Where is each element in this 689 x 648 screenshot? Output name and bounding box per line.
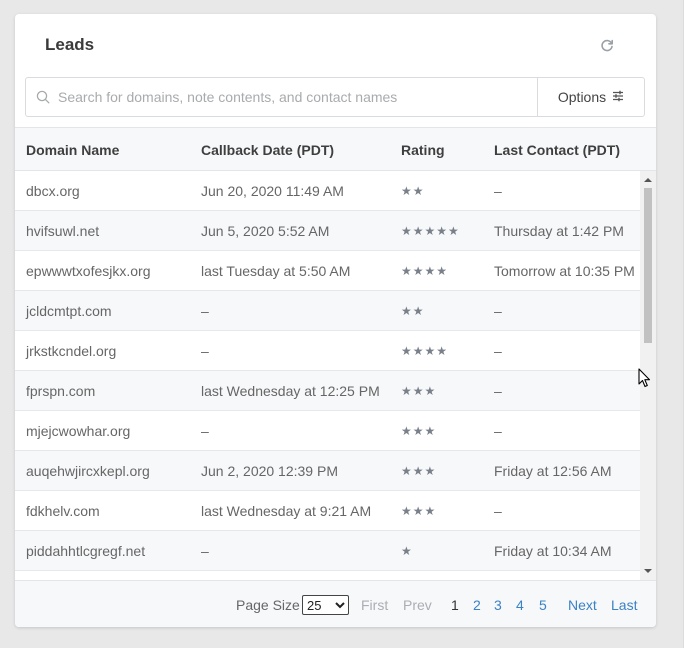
options-button[interactable]: Options [538, 78, 644, 116]
cell-last-contact: – [494, 343, 502, 359]
cell-callback-date: last Wednesday at 9:21 AM [201, 503, 372, 519]
cell-rating: ★★★ [401, 384, 437, 398]
cell-last-contact: Friday at 10:34 AM [494, 543, 612, 559]
cell-callback-date: Jun 2, 2020 12:39 PM [201, 463, 338, 479]
cell-rating: ★★★ [401, 424, 437, 438]
table-row[interactable]: dbcx.org Jun 20, 2020 11:49 AM ★★ – [15, 171, 640, 211]
search-bar: Options [25, 77, 645, 117]
card-title: Leads [45, 35, 95, 54]
cell-callback-date: – [201, 343, 209, 359]
leads-card: Leads Options [15, 14, 656, 627]
cell-domain: dbcx.org [26, 183, 80, 199]
page-size-select[interactable]: 102550100 [302, 595, 349, 615]
table-row[interactable]: piddahhtlcgregf.net – ★ Friday at 10:34 AM [15, 531, 640, 571]
cell-last-contact: – [494, 423, 502, 439]
column-header-rating[interactable]: Rating [401, 142, 445, 158]
cell-rating: ★ [401, 544, 413, 558]
table-body: dbcx.org Jun 20, 2020 11:49 AM ★★ – hvifsuwl… [15, 171, 640, 571]
page-link-3[interactable]: 3 [494, 597, 502, 613]
cell-callback-date: Jun 20, 2020 11:49 AM [201, 183, 344, 199]
table-row[interactable]: jrkstkcndel.org – ★★★★ – [15, 331, 640, 371]
cell-domain: mjejcwowhar.org [26, 423, 131, 439]
search-icon [28, 90, 58, 104]
cell-callback-date: – [201, 423, 209, 439]
cell-domain: piddahhtlcgregf.net [26, 543, 146, 559]
search-box [26, 78, 538, 116]
page-size-label: Page Size [236, 597, 300, 613]
table-row[interactable]: auqehwjircxkepl.org Jun 2, 2020 12:39 PM ★… [15, 451, 640, 491]
table-header: Domain Name Callback Date (PDT) Rating L… [15, 127, 656, 171]
table-row[interactable]: hvifsuwl.net Jun 5, 2020 5:52 AM ★★★★★ Thur… [15, 211, 640, 251]
next-page-link[interactable]: Next [568, 597, 597, 613]
scrollbar-thumb[interactable] [644, 188, 652, 343]
column-header-callback[interactable]: Callback Date (PDT) [201, 142, 334, 158]
cell-rating: ★★★★ [401, 264, 449, 278]
card-header: Leads [15, 14, 656, 76]
page-link-5[interactable]: 5 [539, 597, 547, 613]
cell-last-contact: – [494, 383, 502, 399]
cell-callback-date: last Tuesday at 5:50 AM [201, 263, 351, 279]
adjacent-panel-edge [683, 0, 689, 648]
cell-domain: auqehwjircxkepl.org [26, 463, 150, 479]
cell-callback-date: – [201, 543, 209, 559]
cell-callback-date: – [201, 303, 209, 319]
cell-last-contact: Thursday at 1:42 PM [494, 223, 624, 239]
sliders-icon [612, 89, 624, 105]
scroll-up-arrow-icon[interactable] [640, 173, 656, 187]
pagination-bar: Page Size 102550100 First Prev 1 2 3 4 5… [15, 580, 656, 627]
table-row[interactable]: mjejcwowhar.org – ★★★ – [15, 411, 640, 451]
page-link-1[interactable]: 1 [451, 597, 459, 613]
page-link-2[interactable]: 2 [473, 597, 481, 613]
cell-domain: epwwwtxofesjkx.org [26, 263, 151, 279]
mouse-cursor-icon [638, 368, 651, 388]
cell-rating: ★★★★★ [401, 224, 460, 238]
scroll-down-arrow-icon[interactable] [640, 564, 656, 578]
cell-domain: jrkstkcndel.org [26, 343, 117, 359]
cell-rating: ★★ [401, 184, 425, 198]
page-link-4[interactable]: 4 [516, 597, 524, 613]
cell-callback-date: last Wednesday at 12:25 PM [201, 383, 380, 399]
cell-domain: jcldcmtpt.com [26, 303, 112, 319]
cell-last-contact: Friday at 12:56 AM [494, 463, 612, 479]
cell-callback-date: Jun 5, 2020 5:52 AM [201, 223, 330, 239]
last-page-link[interactable]: Last [611, 597, 637, 613]
cell-rating: ★★★ [401, 504, 437, 518]
cell-domain: hvifsuwl.net [26, 223, 100, 239]
cell-last-contact: – [494, 503, 502, 519]
prev-page-link[interactable]: Prev [403, 597, 432, 613]
column-header-domain[interactable]: Domain Name [26, 142, 119, 158]
cell-rating: ★★★★ [401, 344, 449, 358]
cell-rating: ★★★ [401, 464, 437, 478]
table-row[interactable]: jcldcmtpt.com – ★★ – [15, 291, 640, 331]
cell-domain: fdkhelv.com [26, 503, 100, 519]
cell-last-contact: – [494, 303, 502, 319]
refresh-icon[interactable] [598, 37, 616, 55]
table-row[interactable]: fdkhelv.com last Wednesday at 9:21 AM ★★★ – [15, 491, 640, 531]
column-header-last-contact[interactable]: Last Contact (PDT) [494, 142, 620, 158]
search-input[interactable] [58, 79, 537, 115]
cell-rating: ★★ [401, 304, 425, 318]
cell-last-contact: Tomorrow at 10:35 PM [494, 263, 635, 279]
first-page-link[interactable]: First [361, 597, 388, 613]
cell-domain: fprspn.com [26, 383, 96, 399]
cell-last-contact: – [494, 183, 502, 199]
options-label: Options [557, 89, 607, 105]
table-row[interactable]: fprspn.com last Wednesday at 12:25 PM ★★★ – [15, 371, 640, 411]
table-row[interactable]: epwwwtxofesjkx.org last Tuesday at 5:50 A… [15, 251, 640, 291]
